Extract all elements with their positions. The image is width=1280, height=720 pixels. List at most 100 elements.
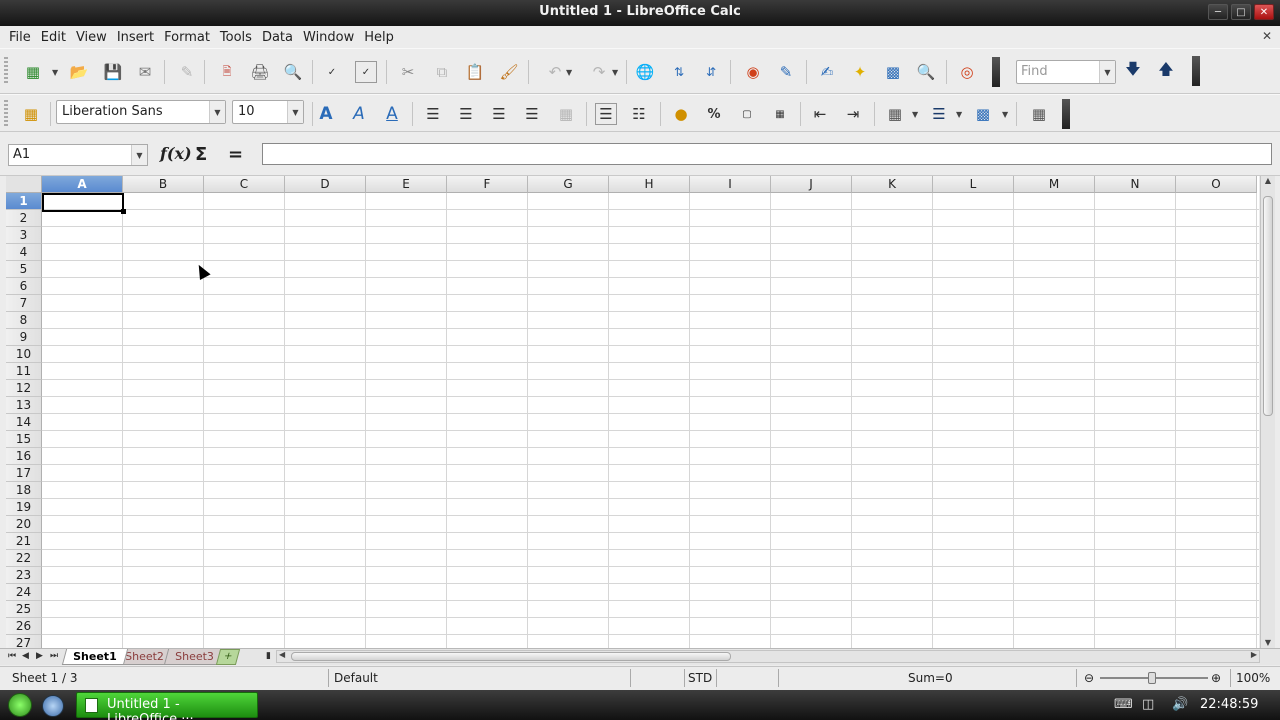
- taskbar-window-button[interactable]: Untitled 1 - LibreOffice ···: [76, 692, 258, 720]
- name-box-dropdown-icon[interactable]: ▼: [131, 145, 147, 165]
- toggle-grid-icon[interactable]: ▦: [1028, 103, 1050, 125]
- decimal-place-icon[interactable]: ▦: [769, 103, 791, 125]
- align-right-icon[interactable]: ☰: [488, 103, 510, 125]
- cell-area[interactable]: [42, 193, 1259, 650]
- currency-format-icon[interactable]: ●: [670, 103, 692, 125]
- redo-dropdown-icon[interactable]: ▼: [612, 68, 618, 77]
- horizontal-scrollbar[interactable]: ◀ ▶: [276, 650, 1260, 663]
- column-header-c[interactable]: C: [204, 176, 285, 193]
- background-color-icon[interactable]: ▩: [972, 103, 994, 125]
- next-sheet-icon[interactable]: ▶: [36, 651, 43, 661]
- row-header-13[interactable]: 13: [6, 397, 42, 414]
- column-header-l[interactable]: L: [933, 176, 1014, 193]
- zoom-slider-knob[interactable]: [1148, 672, 1156, 684]
- toolbar-grip[interactable]: [4, 57, 8, 85]
- cut-icon[interactable]: ✂: [397, 61, 419, 83]
- menu-view[interactable]: View: [71, 30, 112, 45]
- row-header-4[interactable]: 4: [6, 244, 42, 261]
- justify-icon[interactable]: ☰: [521, 103, 543, 125]
- row-header-26[interactable]: 26: [6, 618, 42, 635]
- column-header-f[interactable]: F: [447, 176, 528, 193]
- volume-tray-icon[interactable]: 🔊: [1172, 697, 1188, 712]
- menu-data[interactable]: Data: [257, 30, 298, 45]
- select-all-corner[interactable]: [6, 176, 42, 193]
- horizontal-scroll-thumb[interactable]: [291, 652, 731, 661]
- save-icon[interactable]: 💾: [102, 61, 124, 83]
- navigator-icon[interactable]: ✦: [849, 61, 871, 83]
- row-header-6[interactable]: 6: [6, 278, 42, 295]
- align-center-icon[interactable]: ☰: [455, 103, 477, 125]
- row-header-25[interactable]: 25: [6, 601, 42, 618]
- redo-icon[interactable]: ↷: [588, 61, 610, 83]
- merge-cells-icon[interactable]: ▦: [555, 103, 577, 125]
- scroll-up-icon[interactable]: ▲: [1261, 176, 1275, 188]
- row-header-23[interactable]: 23: [6, 567, 42, 584]
- draw-functions-icon[interactable]: ✎: [775, 61, 797, 83]
- vertical-align-icon[interactable]: ☷: [628, 103, 650, 125]
- function-wizard-icon[interactable]: f(x): [160, 144, 192, 163]
- zoom-icon[interactable]: 🔍: [915, 61, 937, 83]
- scroll-left-icon[interactable]: ◀: [279, 650, 285, 659]
- export-pdf-icon[interactable]: 🗎: [216, 61, 238, 83]
- background-color-dropdown-icon[interactable]: ▼: [1002, 110, 1008, 119]
- tab-split-handle[interactable]: ▮: [266, 651, 271, 661]
- column-header-n[interactable]: N: [1095, 176, 1176, 193]
- print-icon[interactable]: 🖨: [249, 61, 271, 83]
- menu-file[interactable]: File: [4, 30, 36, 45]
- font-name-dropdown-icon[interactable]: ▼: [209, 101, 225, 123]
- toolbar-end-handle[interactable]: [1062, 99, 1070, 129]
- underline-icon[interactable]: A: [381, 103, 403, 125]
- sort-ascending-icon[interactable]: ⇅: [668, 61, 690, 83]
- wrap-text-icon[interactable]: ☰: [595, 103, 617, 125]
- row-header-16[interactable]: 16: [6, 448, 42, 465]
- row-header-18[interactable]: 18: [6, 482, 42, 499]
- toolbar-grip[interactable]: [4, 100, 8, 128]
- percent-format-icon[interactable]: %: [703, 103, 725, 125]
- function-icon[interactable]: =: [228, 144, 243, 165]
- row-header-8[interactable]: 8: [6, 312, 42, 329]
- increase-indent-icon[interactable]: ⇥: [842, 103, 864, 125]
- row-header-17[interactable]: 17: [6, 465, 42, 482]
- column-header-o[interactable]: O: [1176, 176, 1257, 193]
- borders-dropdown-icon[interactable]: ▼: [912, 110, 918, 119]
- print-preview-icon[interactable]: 🔍: [282, 61, 304, 83]
- menu-format[interactable]: Format: [159, 30, 215, 45]
- network-tray-icon[interactable]: ◫: [1142, 697, 1158, 712]
- menu-edit[interactable]: Edit: [36, 30, 71, 45]
- maximize-button[interactable]: □: [1231, 4, 1251, 20]
- borders-icon[interactable]: ▦: [884, 103, 906, 125]
- font-name-combo[interactable]: Liberation Sans ▼: [56, 100, 226, 124]
- column-header-j[interactable]: J: [771, 176, 852, 193]
- scroll-right-icon[interactable]: ▶: [1251, 650, 1257, 659]
- open-icon[interactable]: 📂: [68, 61, 90, 83]
- close-button[interactable]: ✕: [1254, 4, 1274, 20]
- bold-icon[interactable]: A: [315, 103, 337, 125]
- copy-icon[interactable]: ⧉: [431, 61, 453, 83]
- row-header-9[interactable]: 9: [6, 329, 42, 346]
- menu-help[interactable]: Help: [359, 30, 399, 45]
- spellcheck-icon[interactable]: ✓: [321, 61, 343, 83]
- align-left-icon[interactable]: ☰: [422, 103, 444, 125]
- toolbar-end-handle[interactable]: [992, 57, 1000, 87]
- column-header-i[interactable]: I: [690, 176, 771, 193]
- border-style-dropdown-icon[interactable]: ▼: [956, 110, 962, 119]
- email-icon[interactable]: ✉: [134, 61, 156, 83]
- row-header-7[interactable]: 7: [6, 295, 42, 312]
- row-header-14[interactable]: 14: [6, 414, 42, 431]
- find-replace-icon[interactable]: ✍: [816, 61, 838, 83]
- clone-formatting-icon[interactable]: 🖌: [498, 61, 520, 83]
- column-header-h[interactable]: H: [609, 176, 690, 193]
- last-sheet-icon[interactable]: ⏭: [50, 651, 58, 661]
- menu-window[interactable]: Window: [298, 30, 359, 45]
- first-sheet-icon[interactable]: ⏮: [8, 651, 16, 661]
- active-cell-cursor[interactable]: [42, 193, 126, 214]
- sort-descending-icon[interactable]: ⇵: [700, 61, 722, 83]
- decrease-indent-icon[interactable]: ⇤: [809, 103, 831, 125]
- browser-launcher-icon[interactable]: [42, 695, 64, 717]
- edit-file-icon[interactable]: ✎: [176, 61, 198, 83]
- sheet-tab-1[interactable]: Sheet1: [61, 649, 128, 665]
- column-header-g[interactable]: G: [528, 176, 609, 193]
- name-box[interactable]: A1 ▼: [8, 144, 148, 166]
- border-style-icon[interactable]: ☰: [928, 103, 950, 125]
- find-toolbar-end[interactable]: [1192, 56, 1200, 86]
